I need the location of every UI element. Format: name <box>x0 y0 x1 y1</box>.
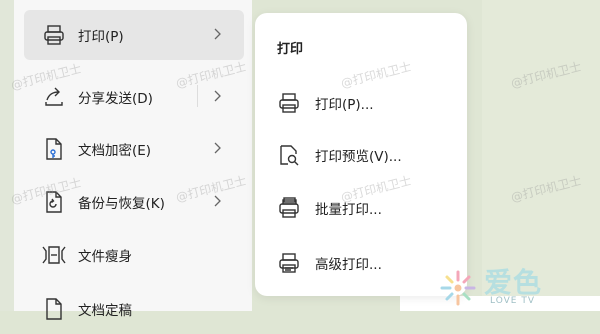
submenu-item-advanced-print[interactable]: 高级打印... <box>275 247 455 279</box>
printer-icon <box>40 21 68 49</box>
menu-item-label: 文档加密(E) <box>78 143 152 159</box>
menu-item-label: 分享发送(D) <box>78 91 153 107</box>
menu-item-label: 打印(P) <box>78 29 124 45</box>
submenu-item-print[interactable]: 打印(P)... <box>275 87 455 119</box>
menu-item-label: 文件瘦身 <box>78 249 132 265</box>
submenu-item-label: 批量打印... <box>315 202 382 218</box>
left-strip <box>0 0 14 311</box>
share-icon <box>40 83 68 111</box>
submenu-item-label: 打印预览(V)... <box>315 149 402 165</box>
submenu-item-label: 打印(P)... <box>315 97 374 113</box>
batch-print-icon <box>275 194 303 222</box>
chevron-right-icon <box>214 142 221 154</box>
backup-icon <box>40 188 68 216</box>
brand-name: 爱色 <box>484 266 543 299</box>
chevron-right-icon <box>214 28 221 40</box>
menu-item-backup[interactable]: 备份与恢复(K) <box>24 177 244 227</box>
file-slim-icon <box>40 241 68 269</box>
flower-icon <box>440 270 476 306</box>
document-finalize-icon <box>40 295 68 323</box>
menu-item-label: 文档定稿 <box>78 303 132 319</box>
menu-item-share[interactable]: 分享发送(D) <box>24 72 244 122</box>
submenu-item-label: 高级打印... <box>315 257 382 273</box>
advanced-print-icon <box>275 249 303 277</box>
brand-subtitle: LOVE TV <box>490 296 535 306</box>
menu-item-encrypt[interactable]: 文档加密(E) <box>24 124 244 174</box>
menu-item-label: 备份与恢复(K) <box>78 196 165 212</box>
chevron-right-icon <box>214 195 221 207</box>
menu-item-finalize[interactable]: 文档定稿 <box>24 284 244 334</box>
submenu-item-batch-print[interactable]: 批量打印... <box>275 192 455 224</box>
chevron-right-icon <box>214 90 221 102</box>
menu-item-print[interactable]: 打印(P) <box>24 10 244 60</box>
submenu-title: 打印 <box>277 42 304 57</box>
brand-logo: 爱色 LOVE TV <box>438 262 578 310</box>
print-preview-icon <box>275 141 303 169</box>
document-lock-icon <box>40 135 68 163</box>
print-submenu: 打印 打印(P)... 打印预览(V)... 批量打印... 高级打印... <box>255 13 467 296</box>
file-menu: 打印(P) 分享发送(D) 文档加密(E) 备份与恢复(K) 文件瘦身 文档定稿 <box>14 0 252 320</box>
menu-item-slim[interactable]: 文件瘦身 <box>24 230 244 280</box>
printer-icon <box>275 89 303 117</box>
submenu-item-preview[interactable]: 打印预览(V)... <box>275 139 455 171</box>
divider <box>197 85 198 107</box>
